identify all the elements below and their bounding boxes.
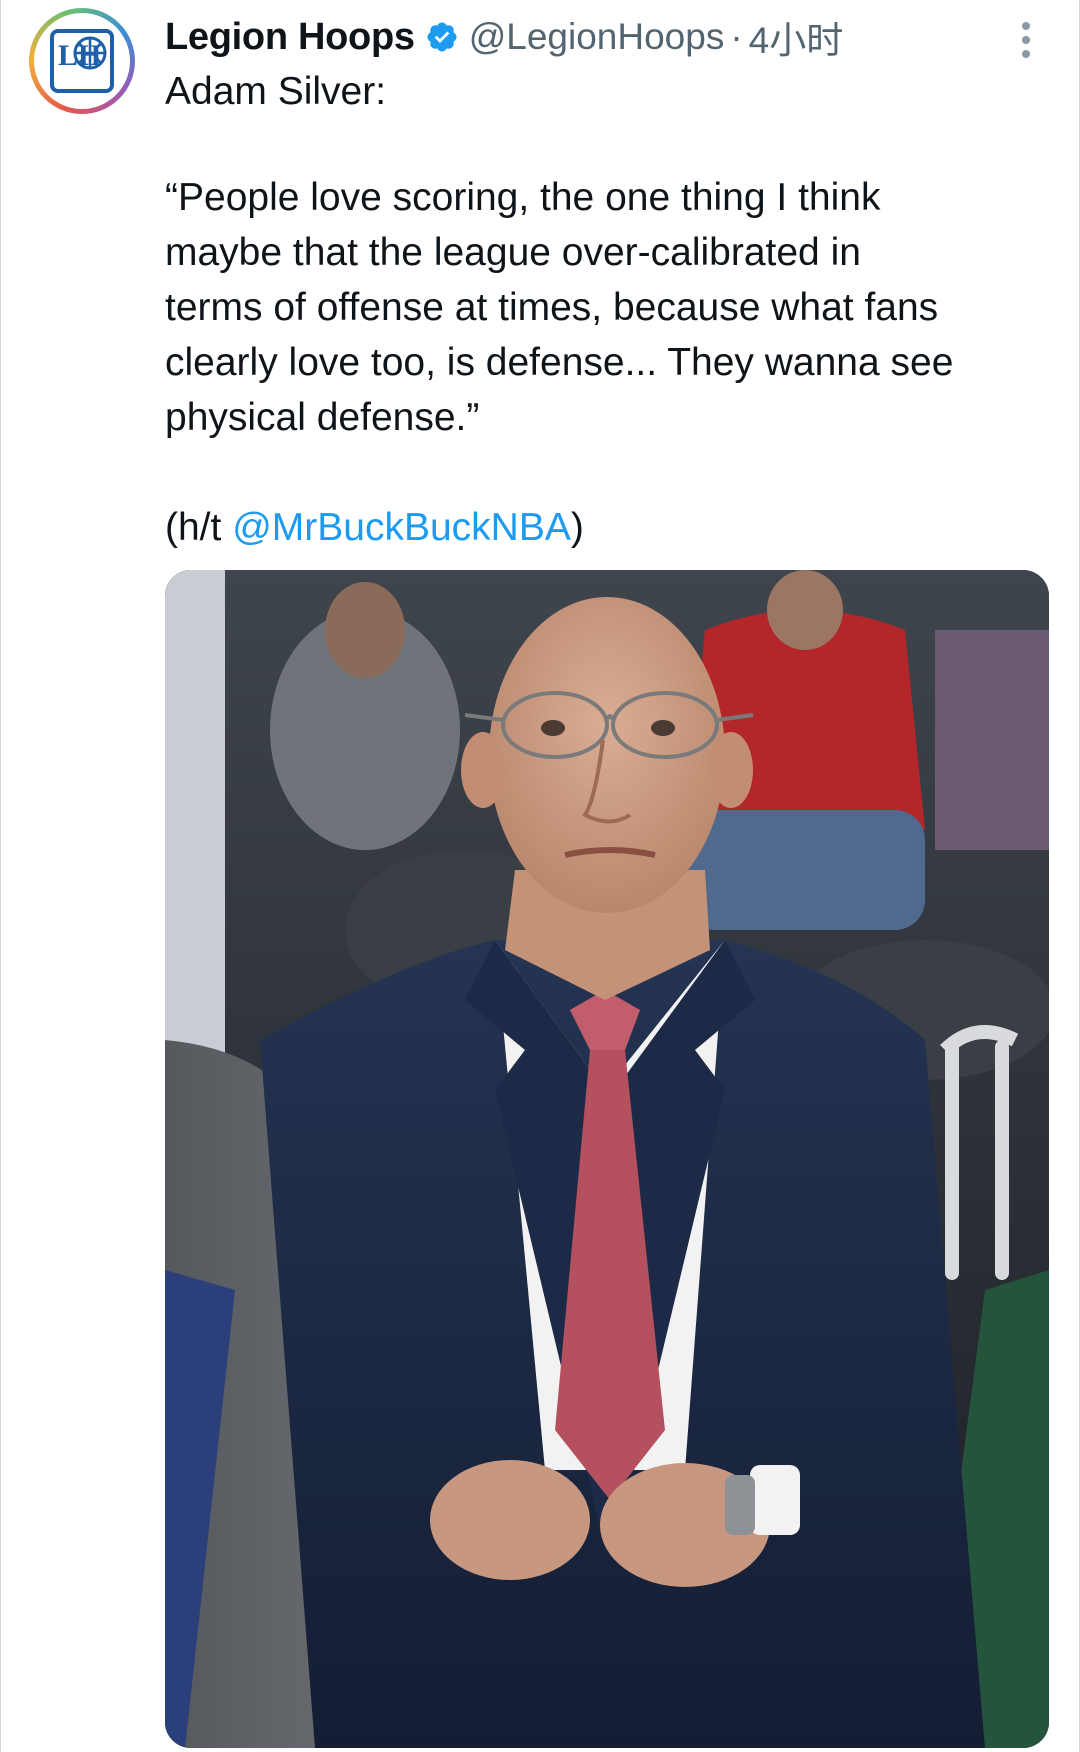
avatar-logo: LH <box>34 13 130 109</box>
photo-illustration <box>165 570 1049 1748</box>
tweet-photo[interactable] <box>165 570 1049 1748</box>
tweet-timestamp[interactable]: 4小时 <box>749 10 844 64</box>
quote-line: “People love scoring, the one thing I th… <box>165 176 881 219</box>
quote-line: terms of offense at times, because what … <box>165 286 939 329</box>
user-handle[interactable]: @LegionHoops <box>469 16 725 58</box>
tweet-card[interactable]: LH Legion Hoops @LegionHoops · 4小时 Adam … <box>0 0 1080 1752</box>
quote-line: clearly love too, is defense... They wan… <box>165 341 954 384</box>
verified-badge-icon <box>425 20 459 54</box>
legion-hoops-logo-icon: LH <box>50 29 114 93</box>
mention-link[interactable]: @MrBuckBuckNBA <box>232 506 571 549</box>
speaker-line: Adam Silver: <box>165 70 387 113</box>
more-options-icon[interactable] <box>1011 18 1041 62</box>
hat-tip-suffix: ) <box>570 506 584 549</box>
hat-tip-line: (h/t @MrBuckBuckNBA) <box>165 500 1045 555</box>
quote-line: physical defense.” <box>165 396 480 439</box>
quote-line: maybe that the league over-calibrated in <box>165 231 861 274</box>
avatar[interactable]: LH <box>29 8 135 114</box>
display-name[interactable]: Legion Hoops <box>165 16 415 59</box>
tweet-header: Legion Hoops @LegionHoops · 4小时 <box>165 12 843 62</box>
separator-dot: · <box>730 16 743 57</box>
hat-tip-prefix: (h/t <box>165 506 233 549</box>
svg-text:LH: LH <box>58 39 101 72</box>
tweet-quote: “People love scoring, the one thing I th… <box>165 170 1045 445</box>
